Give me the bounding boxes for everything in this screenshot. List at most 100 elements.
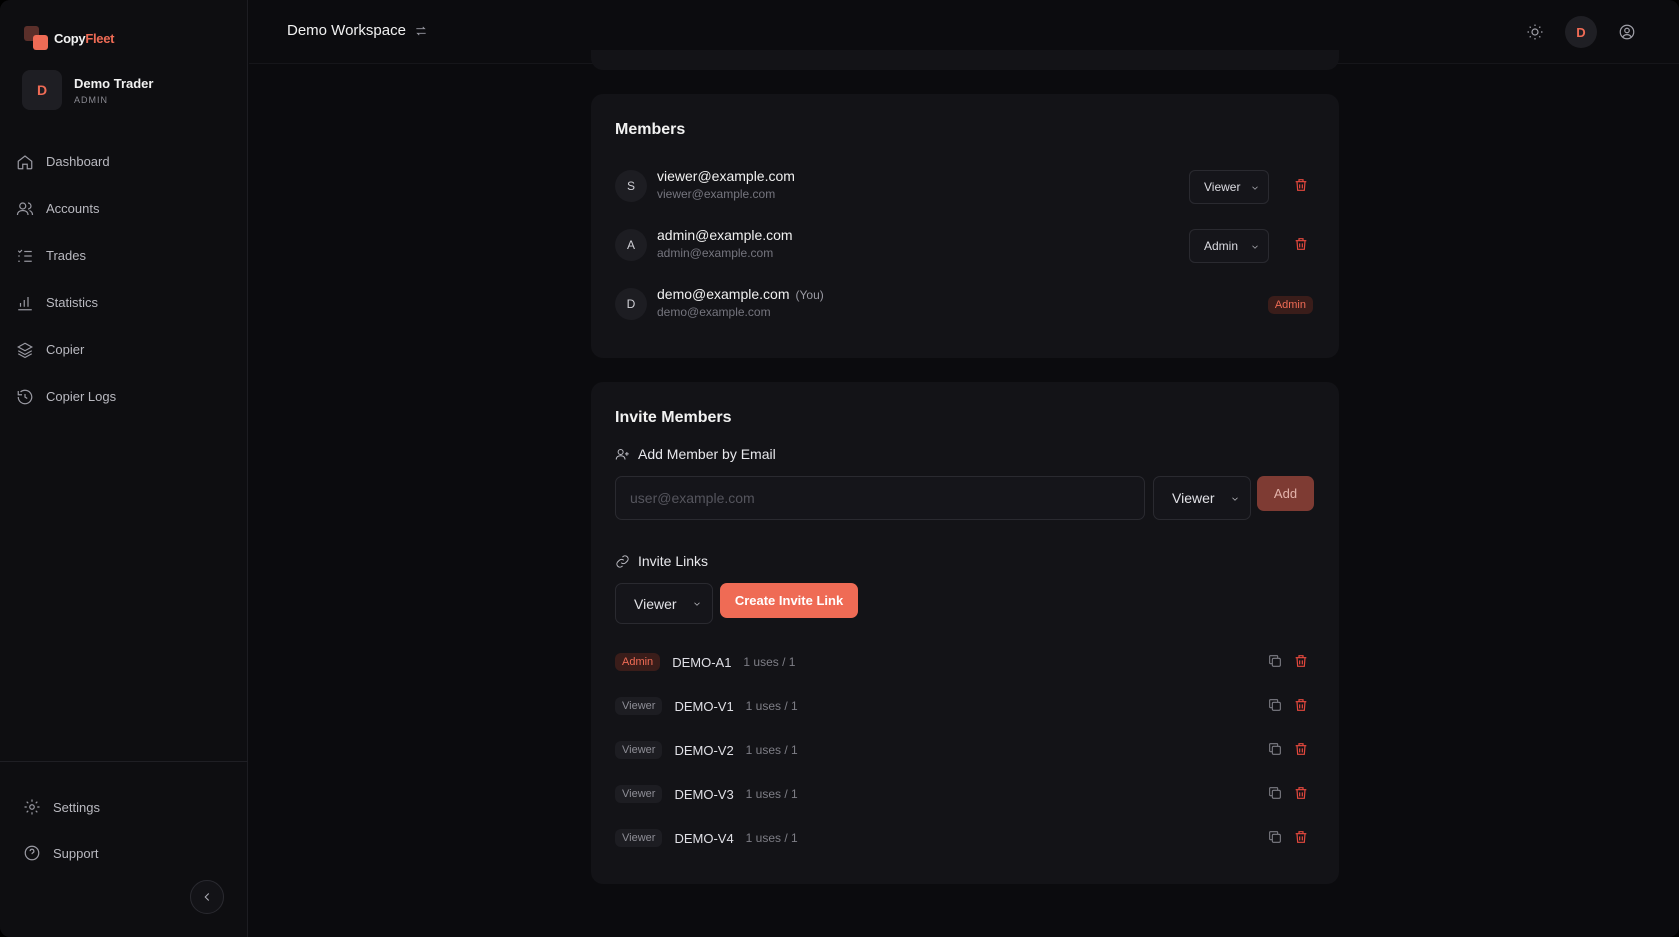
- link-role-value: Viewer: [634, 595, 677, 612]
- add-member-button[interactable]: Add: [1257, 476, 1314, 511]
- invite-code: DEMO-V2: [674, 742, 734, 758]
- create-invite-link-button[interactable]: Create Invite Link: [720, 583, 858, 618]
- delete-link-button[interactable]: [1293, 741, 1311, 759]
- invite-code: DEMO-A1: [672, 654, 732, 670]
- sidebar-item-label: Copier Logs: [46, 389, 117, 404]
- sun-icon: [1527, 24, 1543, 40]
- chevron-down-icon: [694, 602, 700, 606]
- chevron-down-icon: [1252, 186, 1258, 190]
- link-actions: [1267, 785, 1311, 806]
- delete-link-button[interactable]: [1293, 785, 1311, 803]
- copy-icon: [1269, 655, 1281, 667]
- member-subtitle: admin@example.com: [657, 246, 774, 260]
- invite-links-label: Invite Links: [638, 553, 709, 569]
- add-by-email-heading: Add Member by Email: [615, 446, 776, 462]
- user-circle-icon: [1619, 24, 1635, 40]
- trash-icon: [1295, 699, 1307, 711]
- copy-link-button[interactable]: [1267, 785, 1283, 806]
- sidebar-item-copier-logs[interactable]: Copier Logs: [0, 373, 248, 420]
- chevron-left-icon: [204, 893, 210, 901]
- user-avatar-button[interactable]: D: [1565, 16, 1597, 48]
- sidebar-item-settings[interactable]: Settings: [0, 784, 248, 830]
- sidebar: CopyFleet D Demo Trader ADMIN Dashboard …: [0, 0, 248, 937]
- invite-link-row: Admin DEMO-A1 1 uses / 1: [615, 649, 1315, 675]
- home-icon: [17, 154, 33, 169]
- trash-icon: [1295, 655, 1307, 667]
- workspace-switcher[interactable]: Demo Workspace: [287, 22, 428, 39]
- invite-link-row: Viewer DEMO-V3 1 uses / 1: [615, 781, 1315, 807]
- logo-text-part1: Copy: [54, 30, 86, 46]
- bar-chart-icon: [18, 296, 32, 310]
- invite-uses: 1 uses / 1: [745, 831, 798, 845]
- member-email-wrap: demo@example.com (You): [657, 286, 824, 302]
- topbar-actions: D: [1519, 16, 1643, 48]
- add-by-email-label: Add Member by Email: [638, 446, 776, 462]
- delete-link-button[interactable]: [1293, 829, 1311, 847]
- copy-icon: [1269, 831, 1281, 843]
- link-role-badge: Admin: [615, 653, 661, 671]
- members-title: Members: [615, 121, 686, 138]
- link-actions: [1267, 829, 1311, 850]
- member-subtitle: demo@example.com: [657, 305, 771, 319]
- invite-uses: 1 uses / 1: [745, 787, 798, 801]
- copy-link-button[interactable]: [1267, 653, 1283, 674]
- member-email: demo@example.com: [657, 286, 790, 302]
- invite-uses: 1 uses / 1: [745, 743, 798, 757]
- remove-member-button[interactable]: [1293, 177, 1311, 195]
- invite-email-input[interactable]: [615, 476, 1145, 520]
- link-icon: [616, 554, 629, 568]
- sidebar-item-statistics[interactable]: Statistics: [0, 279, 248, 326]
- theme-toggle-button[interactable]: [1519, 16, 1551, 48]
- sidebar-item-trades[interactable]: Trades: [0, 232, 248, 279]
- member-role-value: Admin: [1204, 239, 1239, 253]
- switch-icon: [416, 26, 426, 35]
- user-role: ADMIN: [74, 94, 108, 105]
- copy-link-button[interactable]: [1267, 697, 1283, 718]
- copy-link-button[interactable]: [1267, 829, 1283, 850]
- link-actions: [1267, 697, 1311, 718]
- member-role-select[interactable]: Viewer: [1189, 170, 1269, 204]
- link-role-select[interactable]: Viewer: [615, 583, 713, 624]
- user-card[interactable]: D Demo Trader ADMIN: [22, 70, 153, 110]
- trash-icon: [1295, 238, 1307, 250]
- member-avatar: S: [615, 170, 647, 202]
- chevron-down-icon: [1252, 245, 1258, 249]
- chevron-down-icon: [1232, 497, 1238, 501]
- sidebar-item-label: Statistics: [46, 295, 99, 310]
- trash-icon: [1295, 179, 1307, 191]
- invite-link-row: Viewer DEMO-V4 1 uses / 1: [615, 825, 1315, 851]
- delete-link-button[interactable]: [1293, 697, 1311, 715]
- member-role-badge-wrap: Admin: [1267, 295, 1313, 314]
- user-plus-icon: [615, 448, 629, 460]
- gear-icon: [24, 799, 40, 815]
- link-actions: [1267, 741, 1311, 762]
- remove-member-button[interactable]: [1293, 236, 1311, 254]
- workspace-name: Demo Workspace: [287, 22, 406, 39]
- help-icon: [24, 845, 40, 861]
- delete-link-button[interactable]: [1293, 653, 1311, 671]
- member-avatar: D: [615, 288, 647, 320]
- sidebar-item-dashboard[interactable]: Dashboard: [0, 138, 248, 185]
- app-logo[interactable]: CopyFleet: [24, 26, 114, 50]
- trash-icon: [1295, 743, 1307, 755]
- sidebar-item-copier[interactable]: Copier: [0, 326, 248, 373]
- sidebar-bottom-nav: Settings Support: [0, 784, 248, 876]
- invite-uses: 1 uses / 1: [745, 699, 798, 713]
- link-role-badge: Viewer: [615, 829, 663, 847]
- invite-members-card: Invite Members Add Member by Email Viewe…: [591, 382, 1339, 884]
- account-button[interactable]: [1611, 16, 1643, 48]
- sidebar-item-support[interactable]: Support: [0, 830, 248, 876]
- invite-role-value: Viewer: [1172, 490, 1215, 506]
- member-role-select[interactable]: Admin: [1189, 229, 1269, 263]
- invite-role-select[interactable]: Viewer: [1153, 476, 1251, 520]
- sidebar-item-accounts[interactable]: Accounts: [0, 185, 248, 232]
- copy-icon: [1269, 787, 1281, 799]
- invite-code: DEMO-V3: [674, 786, 734, 802]
- logo-text: CopyFleet: [54, 31, 114, 46]
- copy-link-button[interactable]: [1267, 741, 1283, 762]
- member-avatar: A: [615, 229, 647, 261]
- member-row: D demo@example.com (You) demo@example.com…: [615, 282, 1315, 326]
- collapse-sidebar-button[interactable]: [190, 880, 224, 914]
- sidebar-item-label: Copier: [46, 342, 85, 357]
- user-name: Demo Trader: [74, 75, 154, 91]
